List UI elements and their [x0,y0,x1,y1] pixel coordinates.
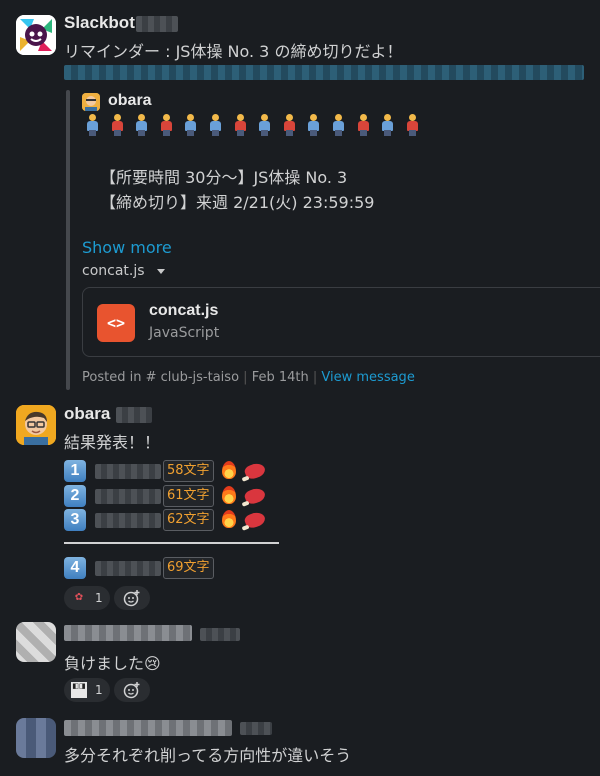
person-emoji-icon [381,114,394,136]
sender-redacted[interactable] [64,720,232,736]
redacted-link[interactable] [64,65,584,80]
reaction-pill[interactable]: ◧◨ 1 [64,678,110,702]
slackbot-avatar[interactable] [16,15,56,55]
person-emoji-icon [135,114,148,136]
quote-line-1: 【所要時間 30分〜】JS体操 No. 3 [100,168,348,187]
quote-line-2: 【締め切り】来週 2/21(火) 23:59:59 [100,193,375,212]
meat-emoji-icon [243,461,267,481]
attachment-toggle[interactable]: concat.js [82,263,165,279]
sender-name[interactable]: Slackbot [64,13,135,33]
caret-down-icon [157,268,165,274]
user-redacted [95,513,161,528]
channel-link[interactable]: # club-js-taiso [146,370,239,385]
reaction-count: 1 [95,591,103,605]
add-reaction-button[interactable] [114,586,150,610]
fire-emoji-icon [222,510,236,528]
user-avatar-redacted[interactable] [16,718,56,758]
message-text: 多分それぞれ削ってる方向性が違いそう [64,746,352,765]
file-type: JavaScript [149,325,220,341]
emoji-row [86,114,430,140]
person-emoji-icon [160,114,173,136]
person-emoji-icon [111,114,124,136]
file-card[interactable]: <> concat.js JavaScript [82,287,600,357]
message-text: 結果発表！！ [64,433,161,452]
user-redacted [95,561,161,576]
posted-in-prefix: Posted in [82,370,142,385]
obara-avatar[interactable] [16,405,56,445]
fire-emoji-icon [222,486,236,504]
code-file-icon: <> [97,304,135,342]
show-more-link[interactable]: Show more [82,238,172,257]
rank-badge: 1 [64,460,86,482]
quote-author-avatar [82,93,100,111]
add-reaction-button[interactable] [114,678,150,702]
reaction-count: 1 [95,683,103,697]
person-emoji-icon [258,114,271,136]
sender-name[interactable]: obara [64,404,110,424]
reaction-pill[interactable]: ✿ 1 [64,586,110,610]
user-redacted [95,489,161,504]
quote-bar [66,90,70,390]
person-emoji-icon [332,114,345,136]
char-count: 69文字 [163,557,214,579]
person-emoji-icon [307,114,320,136]
char-count: 62文字 [163,509,214,531]
footer-separator: | [243,370,248,385]
fire-emoji-icon [222,461,236,479]
person-emoji-icon [86,114,99,136]
person-avatar-icon [82,93,100,111]
divider [64,542,279,544]
person-emoji-icon [234,114,247,136]
view-message-link[interactable]: View message [321,370,414,385]
char-count: 58文字 [163,460,214,482]
attachment-label: concat.js [82,263,145,279]
sender-redacted[interactable] [64,625,192,641]
rank-badge: 2 [64,485,86,507]
timestamp-redacted [136,16,178,32]
meat-emoji-icon [243,510,267,530]
rank-badge: 3 [64,509,86,531]
person-emoji-icon [283,114,296,136]
person-avatar-icon [16,405,56,445]
posted-in-footer: Posted in # club-js-taiso | Feb 14th | V… [82,370,415,385]
person-emoji-icon [406,114,419,136]
char-count: 61文字 [163,485,214,507]
person-emoji-icon [209,114,222,136]
person-emoji-icon [357,114,370,136]
footer-separator: | [312,370,318,385]
slackbot-logo-icon [16,15,56,55]
post-date[interactable]: Feb 14th [252,370,309,385]
message-text: 負けました😢 [64,654,161,673]
person-emoji-icon [184,114,197,136]
timestamp-redacted [240,722,272,735]
custom-emoji-icon: ✿ [71,590,87,606]
rank-badge: 4 [64,557,86,579]
file-name[interactable]: concat.js [149,302,218,320]
user-redacted [95,464,161,479]
quote-author[interactable]: obara [108,92,152,110]
custom-emoji-icon: ◧◨ [71,682,87,698]
user-avatar-redacted[interactable] [16,622,56,662]
timestamp-redacted [116,407,152,423]
meat-emoji-icon [243,486,267,506]
timestamp-redacted [200,628,240,641]
add-reaction-icon [123,682,140,699]
add-reaction-icon [123,590,140,607]
message-text: リマインダー : JS体操 No. 3 の締め切りだよ！ [64,42,403,61]
